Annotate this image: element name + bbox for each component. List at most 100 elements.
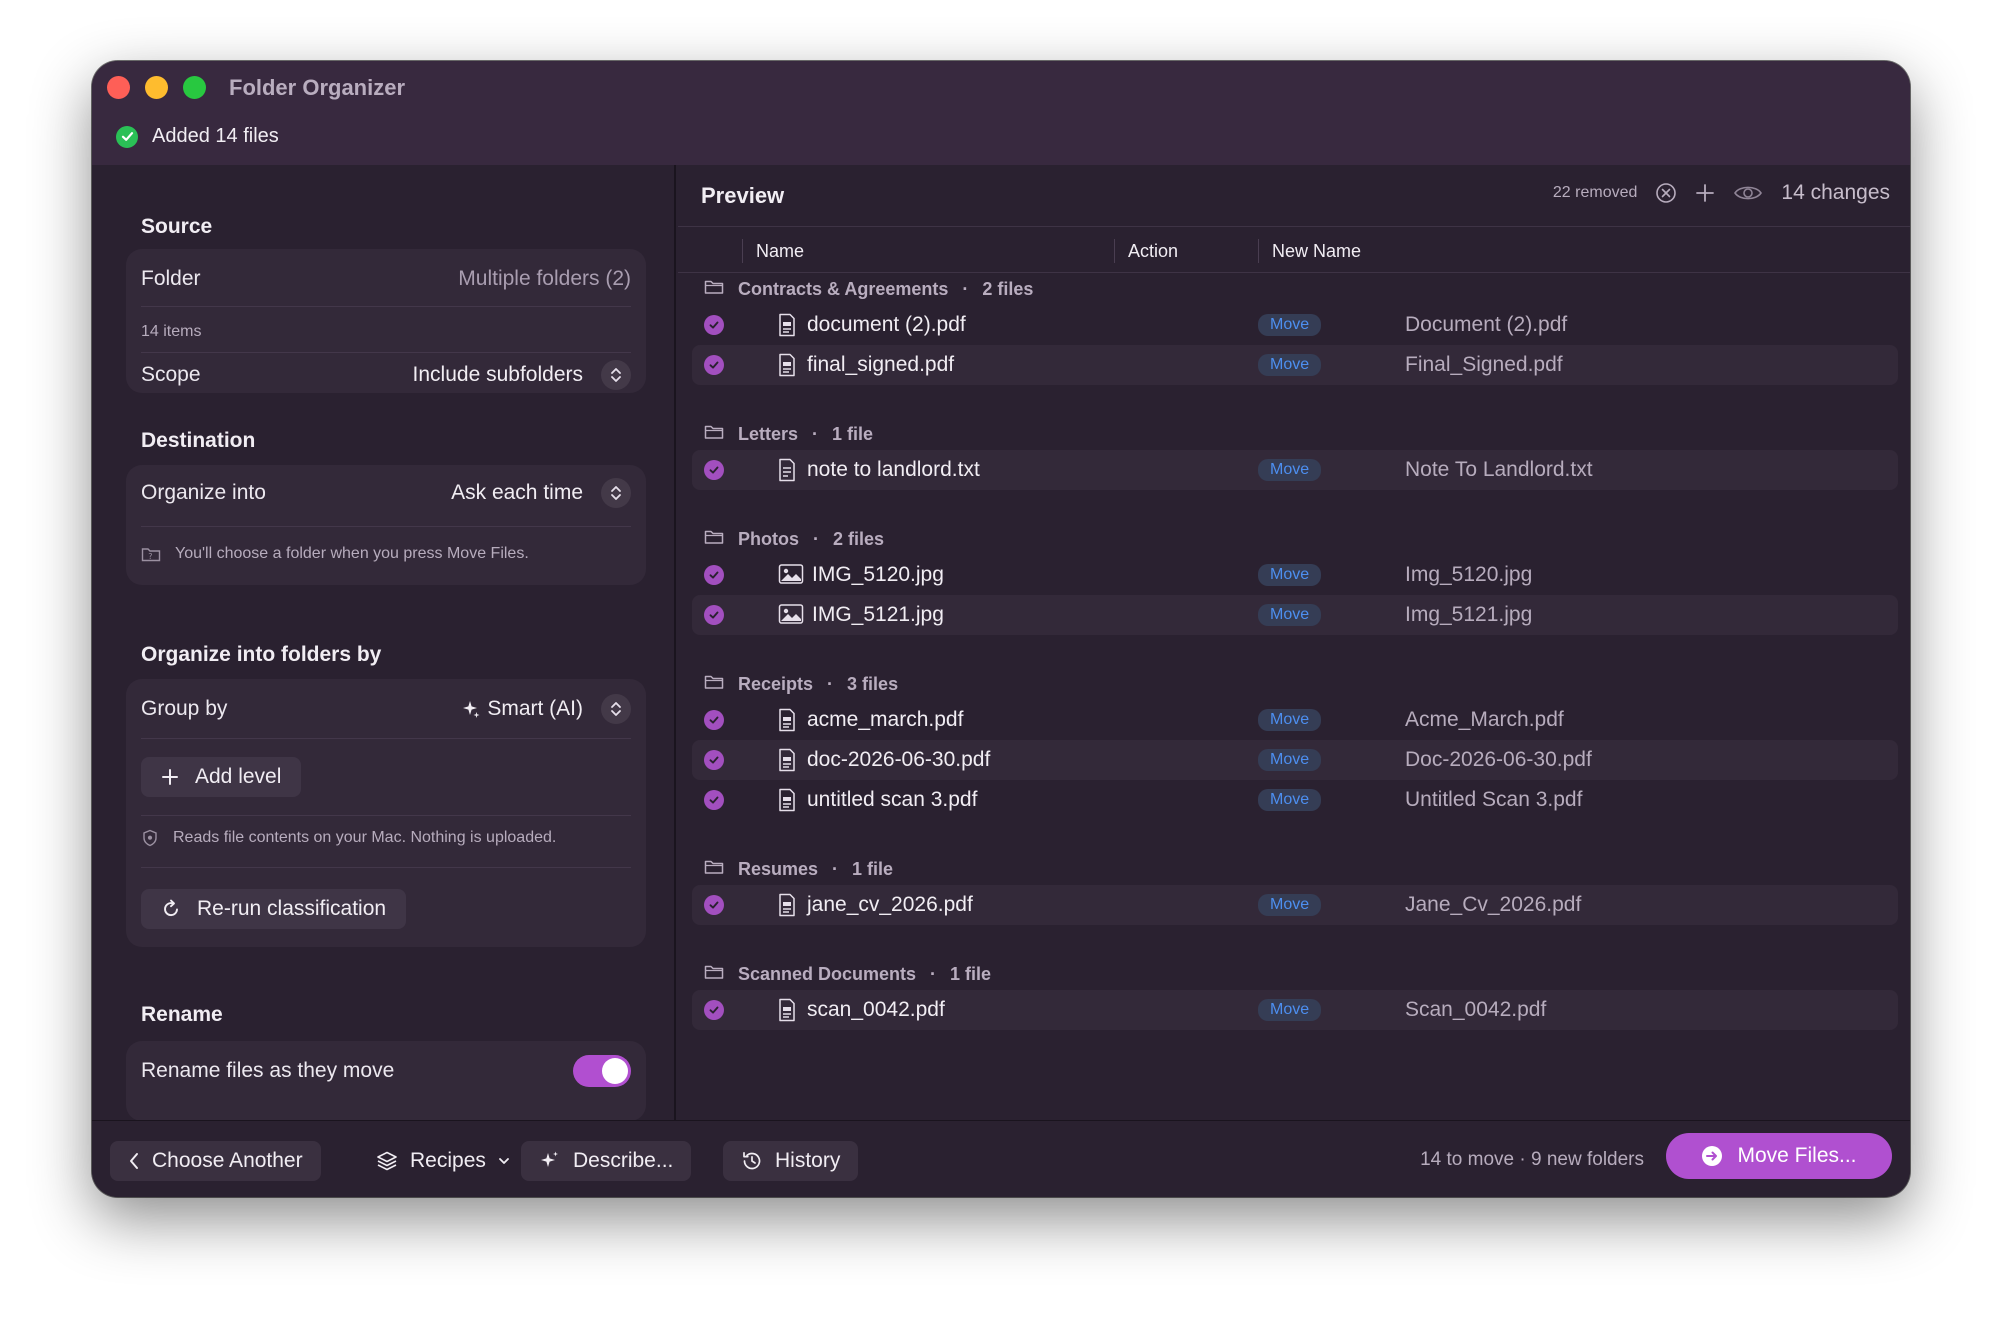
organize-into-row: Organize into Ask each time <box>141 475 631 511</box>
divider <box>141 306 631 307</box>
source-section-title: Source <box>141 215 213 238</box>
include-checkbox[interactable] <box>704 315 724 335</box>
file-row[interactable]: scan_0042.pdf Move Scan_0042.pdf <box>692 990 1898 1030</box>
group-separator: · <box>827 674 834 694</box>
group-count: 3 files <box>847 674 899 694</box>
plus-icon[interactable] <box>1695 183 1715 203</box>
group-header: Resumes · 1 file <box>704 859 893 880</box>
column-name[interactable]: Name <box>756 241 804 262</box>
scope-popup[interactable]: Include subfolders <box>413 360 631 390</box>
group-header: Photos · 2 files <box>704 529 884 550</box>
chevron-up-down-icon[interactable] <box>601 478 631 508</box>
zoom-window-button[interactable] <box>183 76 206 99</box>
chevron-down-icon <box>498 1158 509 1164</box>
rerun-classification-button[interactable]: Re-run classification <box>141 889 407 929</box>
group-count: 1 file <box>832 424 874 444</box>
action-badge[interactable]: Move <box>1258 789 1322 811</box>
column-new-name[interactable]: New Name <box>1272 241 1361 262</box>
status-text: Added 14 files <box>152 125 279 147</box>
add-level-button[interactable]: Add level <box>141 757 302 797</box>
new-file-name: Document (2).pdf <box>1405 313 1568 336</box>
file-row[interactable]: doc-2026-06-30.pdf Move Doc-2026-06-30.pdf <box>692 740 1898 780</box>
action-badge[interactable]: Move <box>1258 749 1322 771</box>
folder-value[interactable]: Multiple folders (2) <box>458 267 631 291</box>
removed-count: 22 removed <box>1552 184 1638 201</box>
file-row[interactable]: jane_cv_2026.pdf Move Jane_Cv_2026.pdf <box>692 885 1898 925</box>
choose-another-button[interactable]: Choose Another <box>110 1141 321 1181</box>
action-badge[interactable]: Move <box>1258 999 1322 1021</box>
shield-icon <box>143 829 157 847</box>
include-checkbox[interactable] <box>704 1000 724 1020</box>
add-level-label: Add level <box>195 765 282 788</box>
clock-history-icon <box>743 1151 761 1170</box>
include-checkbox[interactable] <box>704 710 724 730</box>
layers-icon <box>377 1151 397 1171</box>
action-badge[interactable]: Move <box>1258 459 1322 481</box>
move-files-label: Move Files... <box>1737 1144 1857 1167</box>
preview-header-controls: 22 removed 14 changes <box>1553 181 1890 205</box>
rename-toggle[interactable] <box>573 1055 631 1087</box>
include-checkbox[interactable] <box>704 565 724 585</box>
file-row[interactable]: untitled scan 3.pdf Move Untitled Scan 3.p… <box>692 780 1898 820</box>
group-separator: · <box>832 859 839 879</box>
scope-label: Scope <box>141 363 201 386</box>
file-row[interactable]: final_signed.pdf Move Final_Signed.pdf <box>692 345 1898 385</box>
move-files-button[interactable]: Move Files... <box>1666 1133 1892 1179</box>
file-row[interactable]: document (2).pdf Move Document (2).pdf <box>692 305 1898 345</box>
history-button[interactable]: History <box>723 1141 859 1181</box>
clear-removed-icon[interactable] <box>1655 182 1677 204</box>
close-window-button[interactable] <box>107 76 130 99</box>
chevron-up-down-icon[interactable] <box>601 694 631 724</box>
group-by-value: Smart (AI) <box>487 697 583 720</box>
action-badge[interactable]: Move <box>1258 709 1322 731</box>
folder-row[interactable]: Folder Multiple folders (2) <box>141 261 631 297</box>
eye-icon[interactable] <box>1733 183 1763 203</box>
folder-icon <box>704 859 724 880</box>
divider <box>141 867 631 868</box>
include-checkbox[interactable] <box>704 460 724 480</box>
include-checkbox[interactable] <box>704 605 724 625</box>
source-card: Folder Multiple folders (2) 14 items Sco… <box>126 249 646 393</box>
grouping-card: Group by Smart (AI) Add level Reads file… <box>126 679 646 947</box>
recipes-menu-button[interactable]: Recipes <box>358 1141 528 1181</box>
file-row[interactable]: acme_march.pdf Move Acme_March.pdf <box>692 700 1898 740</box>
new-file-name: Scan_0042.pdf <box>1405 998 1547 1021</box>
include-checkbox[interactable] <box>704 750 724 770</box>
group-by-row: Group by Smart (AI) <box>141 691 631 727</box>
pdf-file-icon <box>778 353 796 382</box>
chevron-up-down-icon[interactable] <box>601 360 631 390</box>
file-row[interactable]: IMG_5121.jpg Move Img_5121.jpg <box>692 595 1898 635</box>
new-file-name: Untitled Scan 3.pdf <box>1405 788 1583 811</box>
organize-into-popup[interactable]: Ask each time <box>451 478 631 508</box>
privacy-note: Reads file contents on your Mac. Nothing… <box>141 829 556 847</box>
organize-into-label: Organize into <box>141 481 266 504</box>
group-name: Scanned Documents <box>738 964 917 984</box>
folder-icon <box>704 529 724 550</box>
file-row[interactable]: IMG_5120.jpg Move Img_5120.jpg <box>692 555 1898 595</box>
action-badge[interactable]: Move <box>1258 604 1322 626</box>
pdf-file-icon <box>778 998 796 1027</box>
new-file-name: Doc-2026-06-30.pdf <box>1405 748 1592 771</box>
include-checkbox[interactable] <box>704 790 724 810</box>
folder-label: Folder <box>141 267 201 290</box>
move-summary: 14 to move · 9 new folders <box>1420 1149 1644 1170</box>
group-by-popup[interactable]: Smart (AI) <box>461 694 631 724</box>
status-message: Added 14 files <box>116 125 279 148</box>
file-name: jane_cv_2026.pdf <box>807 893 973 916</box>
action-badge[interactable]: Move <box>1258 314 1322 336</box>
action-badge[interactable]: Move <box>1258 564 1322 586</box>
folder-question-icon: ? <box>141 548 161 562</box>
action-badge[interactable]: Move <box>1258 894 1322 916</box>
column-action[interactable]: Action <box>1128 241 1178 262</box>
describe-button[interactable]: Describe... <box>521 1141 692 1181</box>
file-row[interactable]: note to landlord.txt Move Note To Landlord… <box>692 450 1898 490</box>
include-checkbox[interactable] <box>704 355 724 375</box>
include-checkbox[interactable] <box>704 895 724 915</box>
folder-icon <box>704 964 724 985</box>
minimize-window-button[interactable] <box>145 76 168 99</box>
choose-another-label: Choose Another <box>152 1149 303 1172</box>
destination-hint-text: You'll choose a folder when you press Mo… <box>175 545 529 562</box>
group-count: 1 file <box>950 964 992 984</box>
divider <box>141 352 631 353</box>
action-badge[interactable]: Move <box>1258 354 1322 376</box>
